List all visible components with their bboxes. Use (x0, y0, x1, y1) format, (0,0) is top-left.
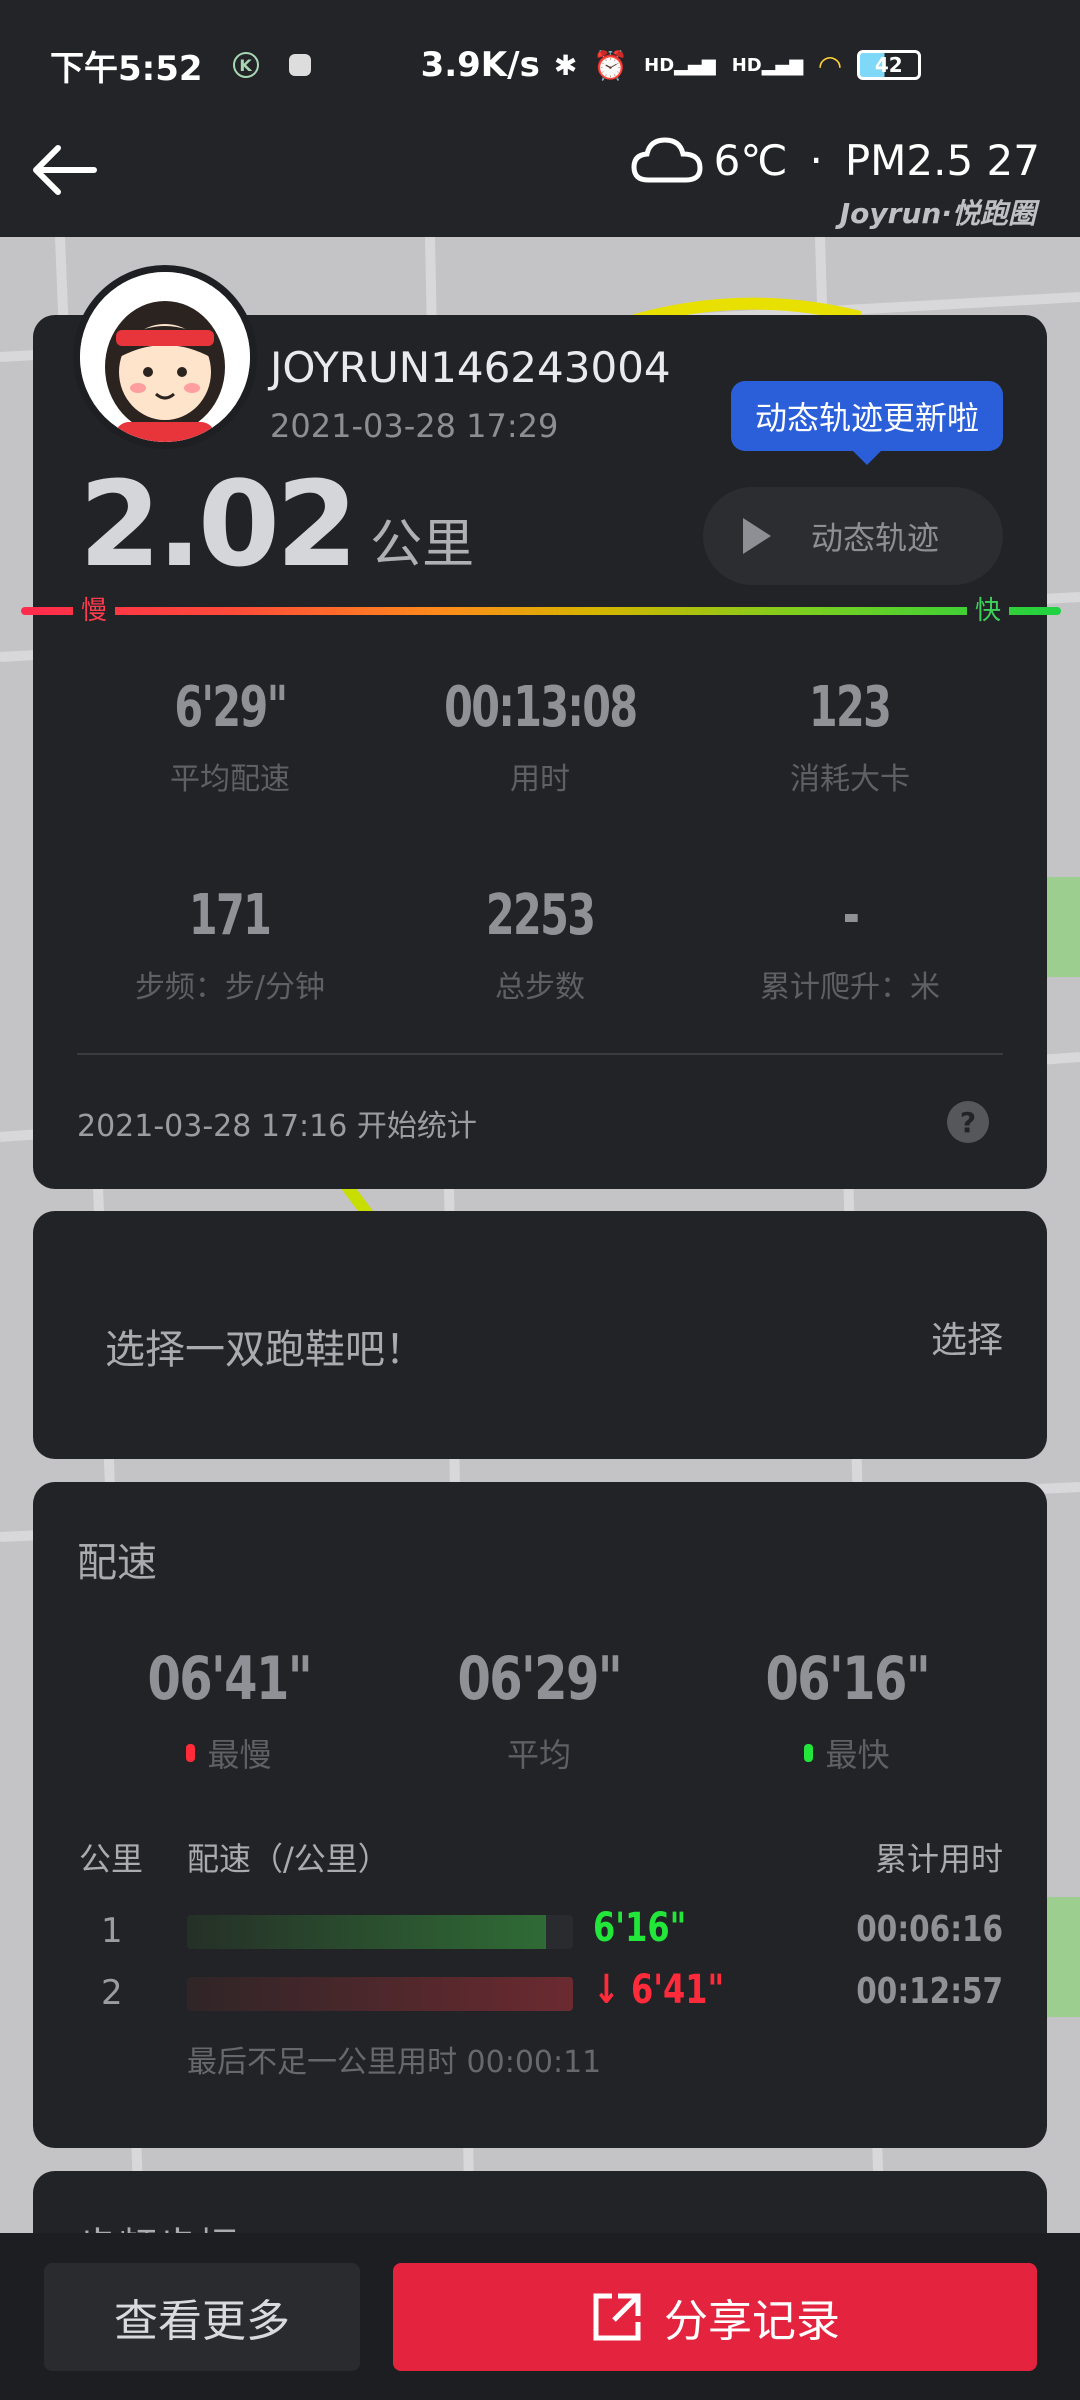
stat-avg-pace: 6'29" 平均配速 (170, 675, 290, 797)
slow-dot-icon (186, 1744, 196, 1762)
network-speed: 3.9K/s (420, 45, 540, 85)
pace-row: 2 ↓ 6'41" 00:12:57 (101, 1967, 1003, 2013)
distance-unit: 公里 (370, 515, 475, 575)
alarm-icon: ⏰ (593, 48, 629, 82)
run-datetime: 2021-03-28 17:29 (270, 407, 559, 445)
stat-cadence: 171 步频：步/分钟 (134, 883, 326, 1005)
signal-icon-1: HD▂▄▆ (644, 54, 716, 76)
replay-track-button[interactable]: 动态轨迹 (703, 487, 1003, 585)
weather-separator: · (809, 135, 823, 185)
pace-title: 配速 (77, 1540, 157, 1586)
battery-icon: 42 (856, 50, 921, 80)
signal-icon-2: HD▂▄▆ (731, 54, 804, 76)
stat-elevation: - 累计爬升：米 (760, 883, 940, 1005)
distance-value: 2.02 (79, 455, 358, 593)
stat-total-steps: 2253 总步数 (485, 883, 596, 1005)
fast-dot-icon (804, 1744, 814, 1762)
k-notification-icon: K (232, 52, 259, 78)
weather-temp: 6℃ (713, 135, 788, 185)
weather-pm25: PM2.5 27 (844, 135, 1040, 185)
bottom-action-bar: 查看更多 分享记录 (0, 2233, 1080, 2400)
bluetooth-icon: ✱ (553, 48, 578, 82)
weather-info: 6℃ · PM2.5 27 (630, 134, 1040, 186)
shoe-card[interactable]: 选择一双跑鞋吧！ 选择 (33, 1211, 1047, 1459)
select-shoe-button[interactable]: 选择 (931, 1311, 1003, 1363)
pace-row: 1 6'16" 00:06:16 (101, 1905, 1003, 1951)
col-pace: 配速（/公里） (187, 1840, 390, 1878)
stat-duration: 00:13:08 用时 (443, 675, 638, 797)
fast-label: 快 (966, 590, 1009, 627)
share-record-button[interactable]: 分享记录 (393, 2263, 1037, 2371)
start-stat-text: 2021-03-28 17:16 开始统计 (77, 1109, 477, 1144)
pace-average: 06'29" 平均 (457, 1644, 622, 1774)
pace-slowest: 06'41" 最慢 (147, 1644, 312, 1774)
distance-display: 2.02 公里 (79, 465, 474, 583)
avatar[interactable] (73, 265, 257, 449)
top-header: 6℃ · PM2.5 27 Joyrun·悦跑圈 (0, 130, 1080, 237)
pace-fastest: 06'16" 最快 (765, 1644, 930, 1774)
app-notification-icon (288, 54, 311, 76)
col-cumulative: 累计用时 (874, 1840, 1003, 1878)
stat-calories: 123 消耗大卡 (790, 675, 910, 797)
back-arrow-icon[interactable] (28, 140, 98, 200)
speed-gradient-bar: 慢 快 (21, 590, 1061, 630)
run-summary-card: JOYRUN146243004 2021-03-28 17:29 动态轨迹更新啦… (21, 265, 1061, 1189)
pace-card: 配速 06'41" 最慢 06'29" 平均 06'16" 最快 公里 配速（/… (33, 1482, 1047, 2148)
avatar-illustration (80, 272, 250, 442)
wifi-icon: ◠ (819, 48, 841, 82)
cloud-icon (631, 137, 703, 183)
status-time: 下午5:52 (50, 48, 203, 89)
track-update-tooltip[interactable]: 动态轨迹更新啦 (730, 381, 1003, 465)
col-km: 公里 (79, 1840, 144, 1878)
slow-label: 慢 (73, 590, 116, 627)
share-icon (593, 2293, 641, 2341)
status-bar: 下午5:52 K 3.9K/s ✱ ⏰ HD▂▄▆ HD▂▄▆ ◠ 42 (0, 0, 1080, 130)
replay-label: 动态轨迹 (811, 519, 940, 557)
last-km-note: 最后不足一公里用时 00:00:11 (187, 2045, 602, 2080)
play-icon (743, 518, 771, 554)
brand-logo: Joyrun·悦跑圈 (839, 197, 1036, 230)
divider (77, 1053, 1003, 1055)
username: JOYRUN146243004 (270, 343, 671, 392)
share-label: 分享记录 (664, 2296, 840, 2347)
shoe-prompt: 选择一双跑鞋吧！ (105, 1327, 425, 1373)
help-icon[interactable]: ? (947, 1101, 989, 1143)
view-more-button[interactable]: 查看更多 (44, 2263, 360, 2371)
